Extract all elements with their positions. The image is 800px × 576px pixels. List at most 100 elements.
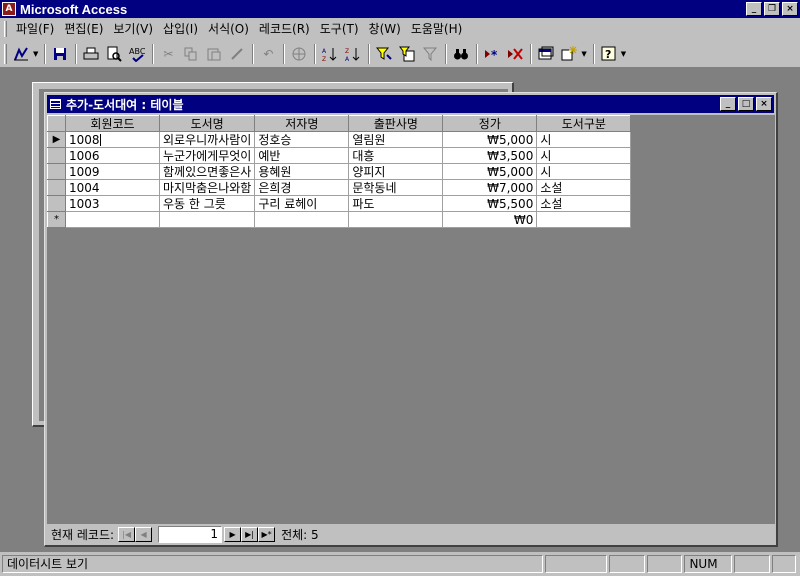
format-painter-icon[interactable] [226,43,248,65]
current-record-marker[interactable]: ▶ [47,131,66,148]
cell-publisher[interactable]: 파도 [348,195,444,212]
cell-book-title[interactable]: 누군가에게무엇이 [158,147,256,164]
menu-help[interactable]: 도움말(H) [406,19,468,39]
cell-member-code[interactable]: 1004 [65,179,160,196]
column-header-author[interactable]: 저자명 [254,115,350,132]
cell-price[interactable]: ₩5,000 [442,131,538,148]
last-record-button[interactable]: ▶| [241,526,259,542]
new-record-row[interactable]: * ₩0 [47,211,632,228]
cell-member-code[interactable]: 1008 [65,131,160,148]
column-header-member-code[interactable]: 회원코드 [65,115,160,132]
close-button[interactable]: × [782,2,798,16]
cell-member-code[interactable]: 1009 [65,163,160,180]
cell-author[interactable] [254,211,350,228]
cell-price[interactable]: ₩7,000 [442,179,538,196]
cell-category[interactable]: 시 [536,163,632,180]
database-window-icon[interactable] [535,43,557,65]
record-selector[interactable] [47,147,66,164]
apply-filter-icon[interactable] [419,43,441,65]
menu-tools[interactable]: 도구(T) [315,19,364,39]
cell-author[interactable]: 은희경 [254,179,350,196]
menu-window[interactable]: 창(W) [364,19,406,39]
cell-price[interactable]: ₩5,000 [442,163,538,180]
filter-by-selection-icon[interactable] [373,43,395,65]
table-row[interactable]: 1003 우동 한 그릇 구리 료헤이 파도 ₩5,500 소설 [47,195,632,212]
cell-book-title[interactable]: 마지막춤은나와함 [158,179,256,196]
table-row[interactable]: 1009 함께있으면좋은사 용혜원 양피지 ₩5,000 시 [47,163,632,180]
record-selector[interactable] [47,195,66,212]
cell-author[interactable]: 정호승 [254,131,350,148]
menu-file[interactable]: 파일(F) [11,19,59,39]
cell-price[interactable]: ₩5,500 [442,195,538,212]
column-header-publisher[interactable]: 출판사명 [348,115,444,132]
undo-icon[interactable]: ↶ [257,43,279,65]
view-icon[interactable] [10,43,32,65]
cell-category[interactable]: 시 [536,131,632,148]
filter-by-form-icon[interactable] [396,43,418,65]
datasheet-icon[interactable] [50,99,61,109]
sort-descending-icon[interactable]: ZA [342,43,364,65]
cell-category[interactable]: 시 [536,147,632,164]
cell-member-code[interactable]: 1003 [65,195,160,212]
table-maximize-button[interactable]: □ [738,97,754,111]
new-record-nav-button[interactable]: ▶* [258,526,276,542]
access-app-icon[interactable]: A [2,2,16,16]
cut-icon[interactable]: ✂ [157,43,179,65]
menu-format[interactable]: 서식(O) [203,19,254,39]
help-icon[interactable]: ? [598,43,620,65]
cell-member-code[interactable]: 1006 [65,147,160,164]
table-row[interactable]: 1004 마지막춤은나와함 은희경 문학동네 ₩7,000 소설 [47,179,632,196]
new-object-icon[interactable] [558,43,580,65]
first-record-button[interactable]: |◀ [118,526,136,542]
cell-price[interactable]: ₩3,500 [442,147,538,164]
column-header-price[interactable]: 정가 [442,115,538,132]
hyperlink-icon[interactable] [288,43,310,65]
find-icon[interactable] [450,43,472,65]
restore-button[interactable]: ❐ [764,2,780,16]
menu-grip[interactable] [4,21,7,37]
menu-view[interactable]: 보기(V) [108,19,158,39]
select-all-corner[interactable] [47,115,66,132]
cell-book-title[interactable]: 우동 한 그릇 [158,195,256,212]
cell-author[interactable]: 예반 [254,147,350,164]
cell-publisher[interactable]: 열림원 [348,131,444,148]
table-window[interactable]: 추가-도서대여 : 테이블 _ □ × 회원코드 도서명 저자명 출판사명 정가… [44,92,778,547]
column-header-category[interactable]: 도서구분 [536,115,632,132]
help-dropdown-icon[interactable]: ▼ [621,50,626,58]
view-dropdown-icon[interactable]: ▼ [33,50,38,58]
sort-ascending-icon[interactable]: AZ [319,43,341,65]
cell-category[interactable]: 소설 [536,195,632,212]
save-icon[interactable] [49,43,71,65]
cell-publisher[interactable]: 대흥 [348,147,444,164]
delete-record-icon[interactable] [504,43,526,65]
menu-insert[interactable]: 삽입(I) [158,19,203,39]
record-selector[interactable] [47,179,66,196]
cell-book-title[interactable]: 함께있으면좋은사 [158,163,256,180]
cell-book-title[interactable]: 외로우니까사람이 [158,131,256,148]
column-header-book-title[interactable]: 도서명 [158,115,256,132]
cell-publisher[interactable]: 문학동네 [348,179,444,196]
new-record-marker[interactable]: * [47,211,66,228]
table-minimize-button[interactable]: _ [720,97,736,111]
table-close-button[interactable]: × [756,97,772,111]
record-number-input[interactable]: 1 [158,525,223,543]
menu-edit[interactable]: 편집(E) [59,19,108,39]
cell-category[interactable] [536,211,632,228]
new-object-dropdown-icon[interactable]: ▼ [581,50,586,58]
copy-icon[interactable] [180,43,202,65]
cell-publisher[interactable]: 양피지 [348,163,444,180]
cell-price[interactable]: ₩0 [442,211,538,228]
paste-icon[interactable] [203,43,225,65]
new-record-icon[interactable]: * [481,43,503,65]
next-record-button[interactable]: ▶ [224,526,242,542]
print-icon[interactable] [80,43,102,65]
cell-publisher[interactable] [348,211,444,228]
menu-records[interactable]: 레코드(R) [254,19,315,39]
toolbar-grip[interactable] [4,43,7,64]
cell-author[interactable]: 용혜원 [254,163,350,180]
print-preview-icon[interactable] [103,43,125,65]
table-row[interactable]: ▶ 1008 외로우니까사람이 정호승 열림원 ₩5,000 시 [47,131,632,148]
spelling-icon[interactable]: ABC [126,43,148,65]
cell-member-code[interactable] [65,211,160,228]
table-window-title-bar[interactable]: 추가-도서대여 : 테이블 _ □ × [47,95,774,113]
